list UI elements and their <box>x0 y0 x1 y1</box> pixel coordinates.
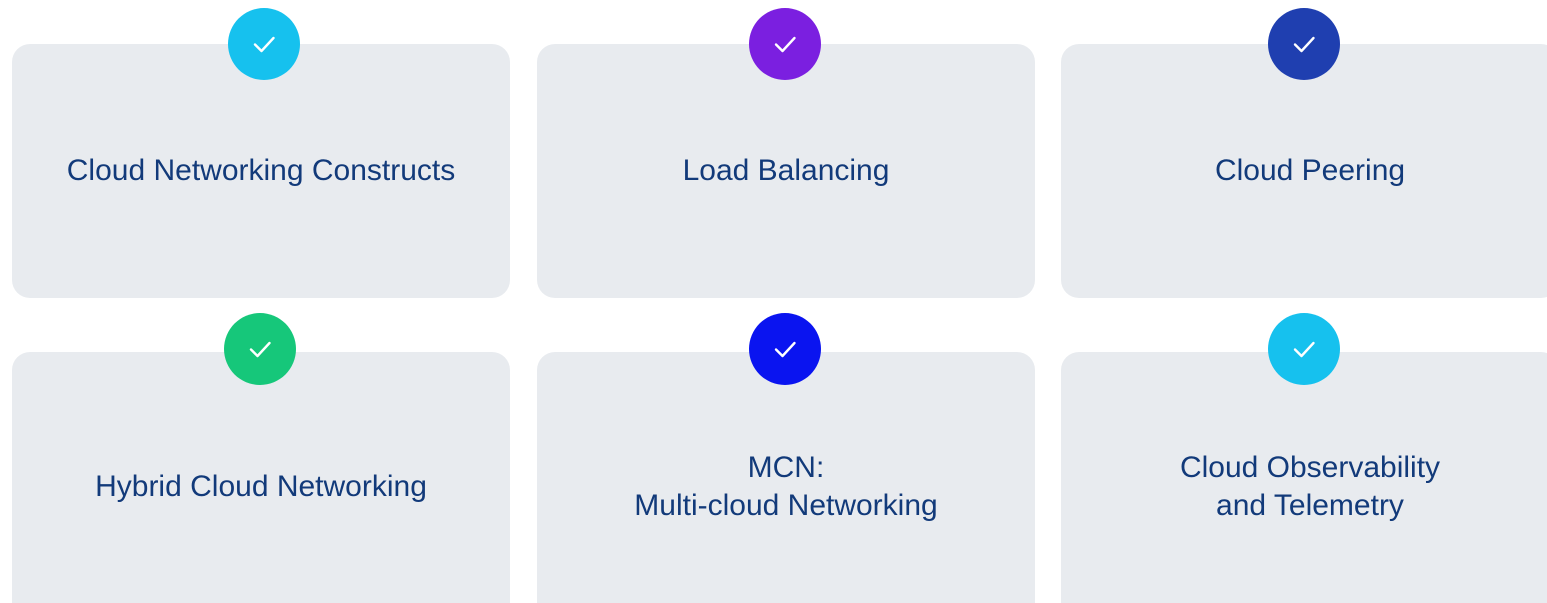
feature-card-cloud-observability: Cloud Observability and Telemetry <box>1061 352 1547 603</box>
check-icon <box>749 313 821 385</box>
card-label: Cloud Peering <box>1214 154 1406 187</box>
check-icon <box>749 8 821 80</box>
feature-card-hybrid-cloud-networking: Hybrid Cloud Networking <box>12 352 510 603</box>
feature-grid: Cloud Networking Constructs Load Balanci… <box>0 0 1547 603</box>
feature-card-cloud-peering: Cloud Peering <box>1061 44 1547 298</box>
card-label: MCN: Multi-cloud Networking <box>634 451 938 522</box>
feature-card-load-balancing: Load Balancing <box>537 44 1035 298</box>
feature-card-cloud-networking-constructs: Cloud Networking Constructs <box>12 44 510 298</box>
card-label: Hybrid Cloud Networking <box>95 470 427 503</box>
check-icon <box>1268 313 1340 385</box>
feature-card-multi-cloud-networking: MCN: Multi-cloud Networking <box>537 352 1035 603</box>
card-label: Cloud Networking Constructs <box>66 154 456 187</box>
check-icon <box>1268 8 1340 80</box>
card-label: Cloud Observability and Telemetry <box>1179 451 1441 522</box>
card-label: Load Balancing <box>682 154 890 187</box>
check-icon <box>224 313 296 385</box>
check-icon <box>228 8 300 80</box>
